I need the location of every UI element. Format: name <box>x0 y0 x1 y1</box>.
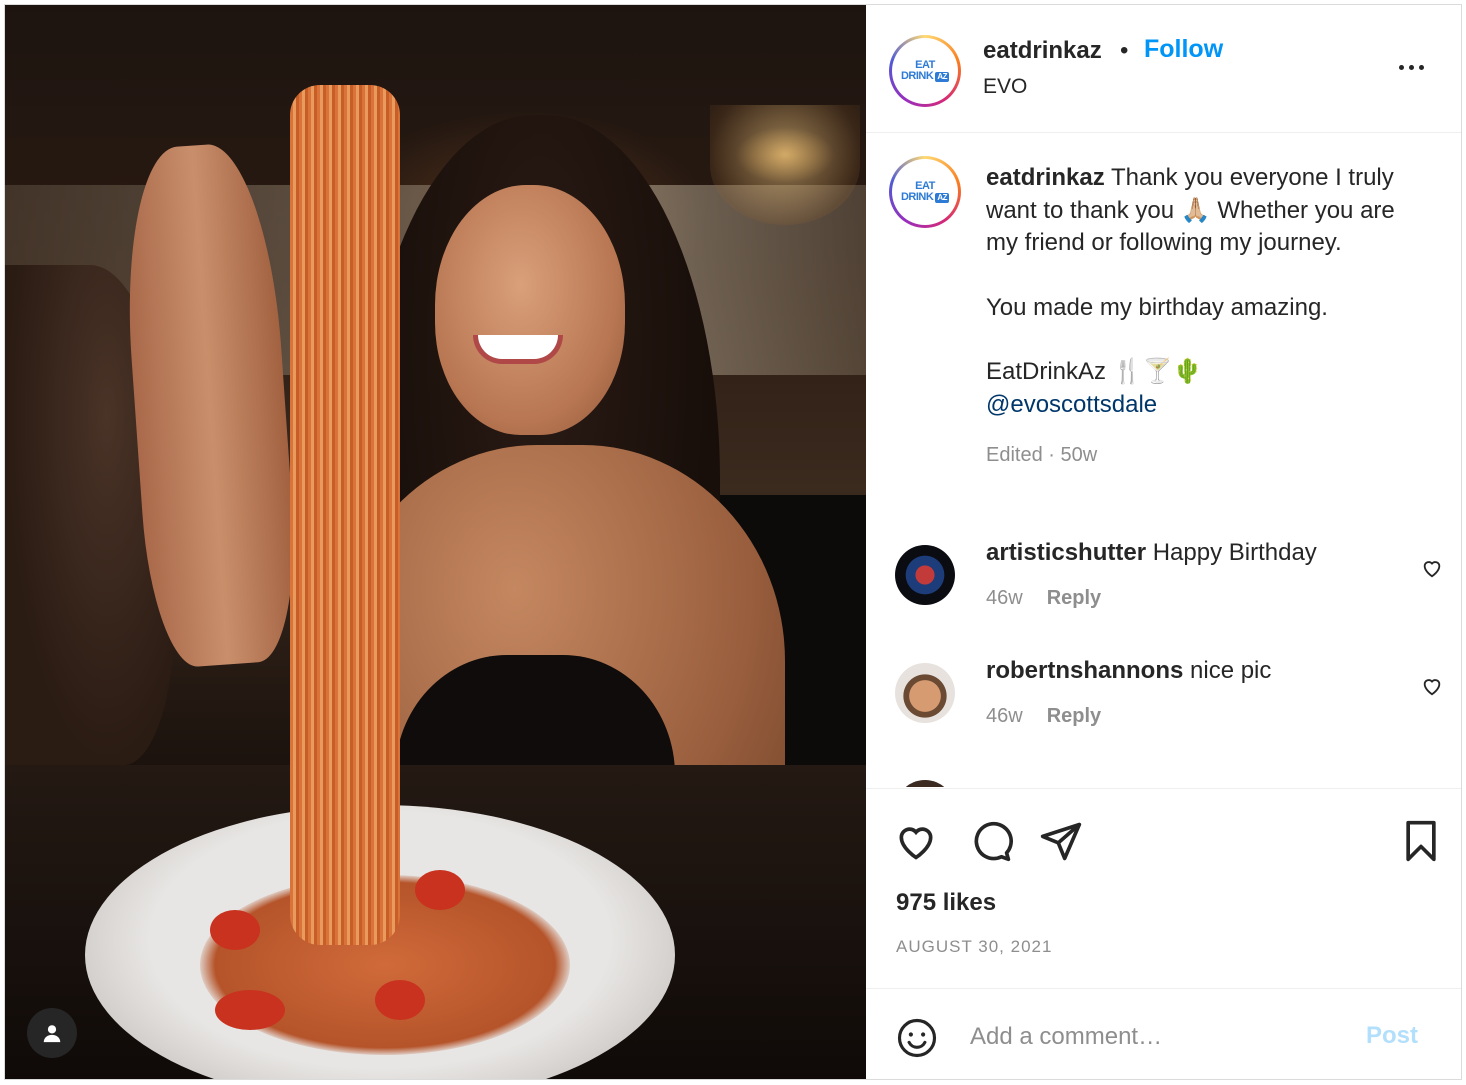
caption-username[interactable]: eatdrinkaz <box>986 164 1105 191</box>
eatdrinkaz-logo: EAT DRINK AZ <box>895 162 955 222</box>
post-side-panel: EAT DRINK AZ eatdrinkaz • Follow EVO EAT … <box>866 5 1461 1079</box>
reply-button[interactable]: Reply <box>1047 705 1101 727</box>
comment-row: robertnshannons nice pic 46w Reply <box>866 655 1461 765</box>
like-comment-icon[interactable] <box>1421 557 1443 579</box>
comment-age: 46w <box>986 587 1023 609</box>
reply-button[interactable]: Reply <box>1047 587 1101 609</box>
author-avatar[interactable]: EAT DRINK AZ <box>889 35 961 107</box>
comment-age: 46w <box>986 705 1023 727</box>
commenter-avatar[interactable] <box>895 780 955 787</box>
mention-link[interactable]: @evoscottsdale <box>986 389 1406 422</box>
tagged-users-button[interactable] <box>27 1008 77 1058</box>
follow-button[interactable]: Follow <box>1144 35 1223 64</box>
comment-text: Happy Birthday <box>1146 539 1317 566</box>
comment-text: nice pic <box>1183 657 1272 684</box>
woman-face <box>435 185 625 435</box>
comment-bubble-icon[interactable] <box>969 819 1013 863</box>
caption-line: EatDrinkAz 🍴🍸🌵 <box>986 358 1203 385</box>
comments-section[interactable]: EAT DRINK AZ eatdrinkaz Thank you everyon… <box>866 132 1461 787</box>
save-bookmark-icon[interactable] <box>1399 819 1443 863</box>
comment-row-partial <box>866 772 1461 787</box>
post-comment-button[interactable]: Post <box>1366 1022 1418 1050</box>
location-link[interactable]: EVO <box>983 75 1027 99</box>
caption-line: You made my birthday amazing. <box>986 293 1328 321</box>
comment-composer: Post <box>866 988 1461 1079</box>
post-actions: 975 likes AUGUST 30, 2021 <box>866 788 1461 989</box>
commenter-avatar[interactable] <box>895 545 955 605</box>
emoji-smiley-icon[interactable] <box>896 1017 938 1059</box>
like-heart-icon[interactable] <box>894 819 938 863</box>
spaghetti-strand <box>290 85 400 945</box>
add-comment-input[interactable] <box>968 1011 1352 1063</box>
user-icon <box>43 1025 61 1043</box>
author-username[interactable]: eatdrinkaz <box>983 37 1102 65</box>
instagram-post-modal: EAT DRINK AZ eatdrinkaz • Follow EVO EAT … <box>4 4 1462 1080</box>
eatdrinkaz-logo: EAT DRINK AZ <box>895 41 955 101</box>
post-header: EAT DRINK AZ eatdrinkaz • Follow EVO <box>866 5 1461 133</box>
share-paper-plane-icon[interactable] <box>1039 819 1083 863</box>
chandelier <box>710 105 860 225</box>
separator-dot: • <box>1120 37 1129 64</box>
like-comment-icon[interactable] <box>1421 675 1443 697</box>
caption-author-avatar[interactable]: EAT DRINK AZ <box>889 156 961 228</box>
post-date: AUGUST 30, 2021 <box>896 937 1053 956</box>
post-caption: eatdrinkaz Thank you everyone I truly wa… <box>986 162 1406 472</box>
comment-username[interactable]: artisticshutter <box>986 539 1146 566</box>
comment-row: artisticshutter Happy Birthday 46w Reply <box>866 537 1461 647</box>
likes-count[interactable]: 975 likes <box>896 889 996 917</box>
post-photo[interactable] <box>5 5 866 1079</box>
comment-username[interactable]: robertnshannons <box>986 657 1183 684</box>
caption-meta: Edited · 50w <box>986 444 1098 466</box>
commenter-avatar[interactable] <box>895 663 955 723</box>
more-options-icon[interactable] <box>1393 57 1429 77</box>
